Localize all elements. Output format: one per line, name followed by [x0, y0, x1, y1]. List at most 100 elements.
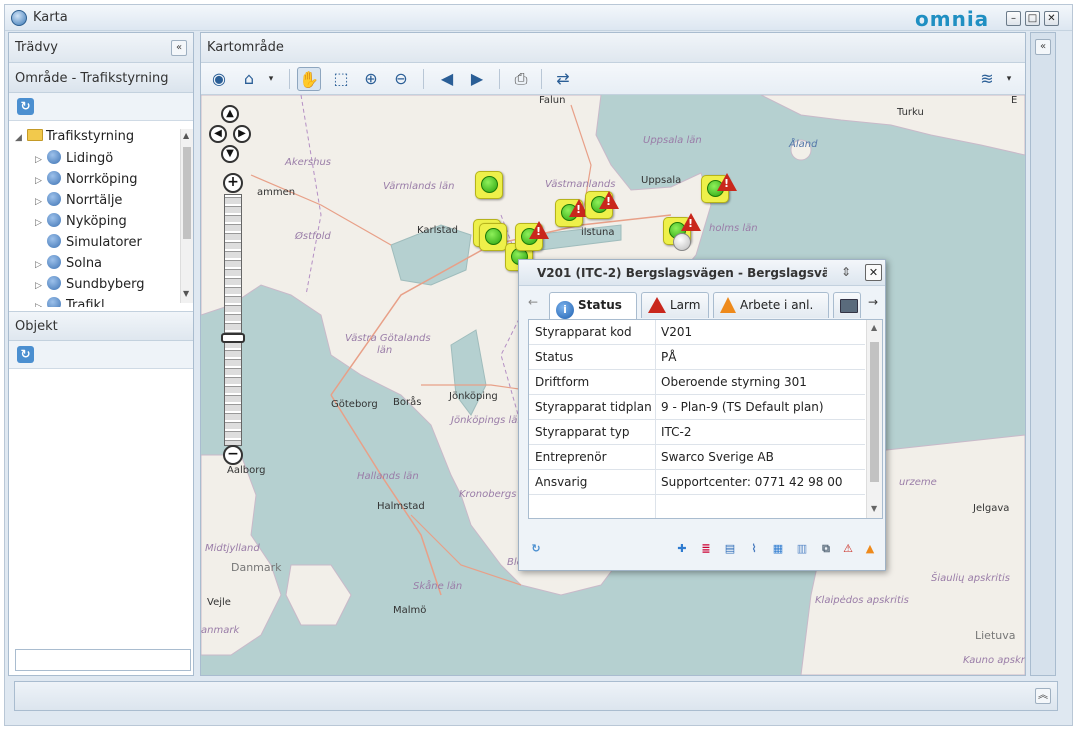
table-row: Driftform Oberoende styrning 301: [529, 370, 865, 395]
zoom-in-button[interactable]: +: [223, 173, 243, 193]
tree-scrollbar[interactable]: ▲ ▼: [180, 129, 193, 303]
alarm-icon[interactable]: ⚠: [839, 540, 857, 558]
tab-arbete[interactable]: Arbete i anl.: [713, 292, 829, 318]
expand-arrow-icon[interactable]: ▷: [35, 302, 47, 307]
next-extent-icon[interactable]: ▶: [465, 67, 489, 91]
scroll-thumb[interactable]: [870, 342, 879, 482]
maximize-button[interactable]: □: [1025, 11, 1040, 26]
collapse-left-button[interactable]: «: [171, 40, 187, 56]
table-icon[interactable]: ▦: [769, 540, 787, 558]
popup-sort-icon[interactable]: ⇕: [841, 265, 851, 279]
left-panel: Trädvy « Område - Trafikstyrning ↻ ◢ Traf…: [8, 32, 194, 676]
row-value: V201: [661, 325, 693, 339]
expand-arrow-icon[interactable]: ▷: [35, 176, 47, 186]
pan-right-icon[interactable]: ▶: [233, 125, 251, 143]
tab-monitor[interactable]: [833, 292, 861, 318]
zoom-out-button[interactable]: −: [223, 445, 243, 465]
area-title: Område - Trafikstyrning: [15, 71, 169, 86]
alarm-warning-icon[interactable]: [717, 173, 737, 191]
zoom-out-icon[interactable]: ⊖: [389, 67, 413, 91]
refresh-icon[interactable]: ↻: [17, 346, 34, 363]
table-row: Styrapparat typ ITC-2: [529, 420, 865, 445]
home-dropdown-icon[interactable]: ▾: [259, 67, 283, 91]
pan-up-icon[interactable]: ▲: [221, 105, 239, 123]
table-row: Entreprenör Swarco Sverige AB: [529, 445, 865, 470]
tab-scroll-right-icon[interactable]: →: [865, 295, 881, 313]
scroll-thumb[interactable]: [183, 147, 191, 239]
tree-item-label: Lidingö: [66, 151, 114, 166]
tree-item-trafikstyrning[interactable]: ◢ Trafikstyrning: [15, 129, 134, 150]
expand-right-button[interactable]: «: [1035, 39, 1051, 55]
world-icon[interactable]: ◉: [207, 67, 231, 91]
previous-extent-icon[interactable]: ◀: [435, 67, 459, 91]
scroll-down-icon[interactable]: ▼: [183, 289, 189, 298]
place-label: Lietuva: [975, 629, 1016, 642]
zoom-in-icon[interactable]: ⊕: [359, 67, 383, 91]
selected-marker-icon[interactable]: [673, 233, 691, 251]
expand-arrow-icon[interactable]: ▷: [35, 197, 47, 207]
refresh-map-icon[interactable]: ⇄: [551, 67, 575, 91]
home-icon[interactable]: ⌂: [237, 67, 261, 91]
alarm-warning-icon[interactable]: [681, 213, 701, 231]
pan-down-icon[interactable]: ▼: [221, 145, 239, 163]
tree-item-label: Solna: [66, 256, 103, 271]
expand-arrow-icon[interactable]: ▷: [35, 281, 47, 291]
pan-left-icon[interactable]: ◀: [209, 125, 227, 143]
scroll-up-icon[interactable]: ▲: [183, 131, 189, 140]
tree-item-trafikl[interactable]: ▷ Trafikl...: [35, 297, 117, 307]
expand-arrow-icon[interactable]: ▷: [35, 155, 47, 165]
scroll-up-icon[interactable]: ▲: [871, 323, 877, 332]
expand-arrow-icon[interactable]: ▷: [35, 218, 47, 228]
place-label: Halmstad: [377, 501, 425, 512]
place-label: Malmö: [393, 605, 427, 616]
signal-marker[interactable]: [479, 223, 507, 251]
map-view[interactable]: Falun Turku Åland Uppsala län Akershus V…: [201, 95, 1025, 675]
print-icon[interactable]: ⎙: [509, 67, 533, 91]
tab-scroll-left-icon[interactable]: ←: [525, 295, 541, 313]
place-label: Värmlands län: [383, 181, 455, 192]
folder-icon: [27, 129, 43, 141]
place-label: Akershus: [285, 157, 331, 168]
refresh-icon[interactable]: ↻: [527, 540, 545, 558]
expand-arrow-icon[interactable]: ▷: [35, 260, 47, 270]
place-label: Uppsala län: [643, 135, 702, 146]
list-chart-icon[interactable]: ≣: [697, 540, 715, 558]
crosshair-icon[interactable]: ✚: [673, 540, 691, 558]
signal-marker[interactable]: [475, 171, 503, 199]
place-label: Østfold: [295, 231, 331, 242]
table-scrollbar[interactable]: ▲ ▼: [866, 320, 882, 518]
refresh-icon[interactable]: ↻: [17, 98, 34, 115]
minimize-button[interactable]: –: [1006, 11, 1021, 26]
row-value: Oberoende styrning 301: [661, 375, 807, 389]
pan-hand-icon[interactable]: ✋: [297, 67, 321, 91]
map-panel-title: Kartområde: [207, 40, 284, 55]
tab-larm[interactable]: Larm: [641, 292, 709, 318]
objekt-search-input[interactable]: [15, 649, 191, 671]
tab-status[interactable]: i Status: [549, 292, 637, 320]
add-work-icon[interactable]: ▲: [861, 540, 879, 558]
expand-arrow-icon[interactable]: ◢: [15, 133, 27, 143]
tree-item-solna[interactable]: ▷ Solna: [35, 255, 102, 276]
zoom-track[interactable]: [224, 194, 242, 446]
line-chart-icon[interactable]: ⌇: [745, 540, 763, 558]
tree-item-simulatorer[interactable]: Simulatorer: [47, 234, 142, 255]
tree-item-sundbyberg[interactable]: ▷ Sundbyberg: [35, 276, 145, 297]
popup-close-icon[interactable]: ✕: [865, 264, 882, 281]
alarm-warning-icon[interactable]: [529, 221, 549, 239]
status-table: Styrapparat kod V201 Status PÅ Driftform Ob…: [528, 319, 883, 519]
network-icon[interactable]: ⧉: [817, 540, 835, 558]
tree-item-norrkoping[interactable]: ▷ Norrköping: [35, 171, 138, 192]
alarm-warning-icon[interactable]: [599, 191, 619, 209]
database-icon[interactable]: ▥: [793, 540, 811, 558]
expand-bottom-button[interactable]: ︽: [1035, 688, 1051, 704]
tree-item-norrtalje[interactable]: ▷ Norrtälje: [35, 192, 122, 213]
zoom-slider-handle[interactable]: [221, 333, 245, 343]
zoom-box-icon[interactable]: ⬚: [329, 67, 353, 91]
tree-item-lidingo[interactable]: ▷ Lidingö: [35, 150, 113, 171]
document-icon[interactable]: ▤: [721, 540, 739, 558]
close-button[interactable]: ✕: [1044, 11, 1059, 26]
layers-dropdown-icon[interactable]: ▾: [997, 67, 1021, 91]
scroll-down-icon[interactable]: ▼: [871, 504, 877, 513]
layers-icon[interactable]: ≋: [975, 67, 999, 91]
tree-item-nykoping[interactable]: ▷ Nyköping: [35, 213, 127, 234]
